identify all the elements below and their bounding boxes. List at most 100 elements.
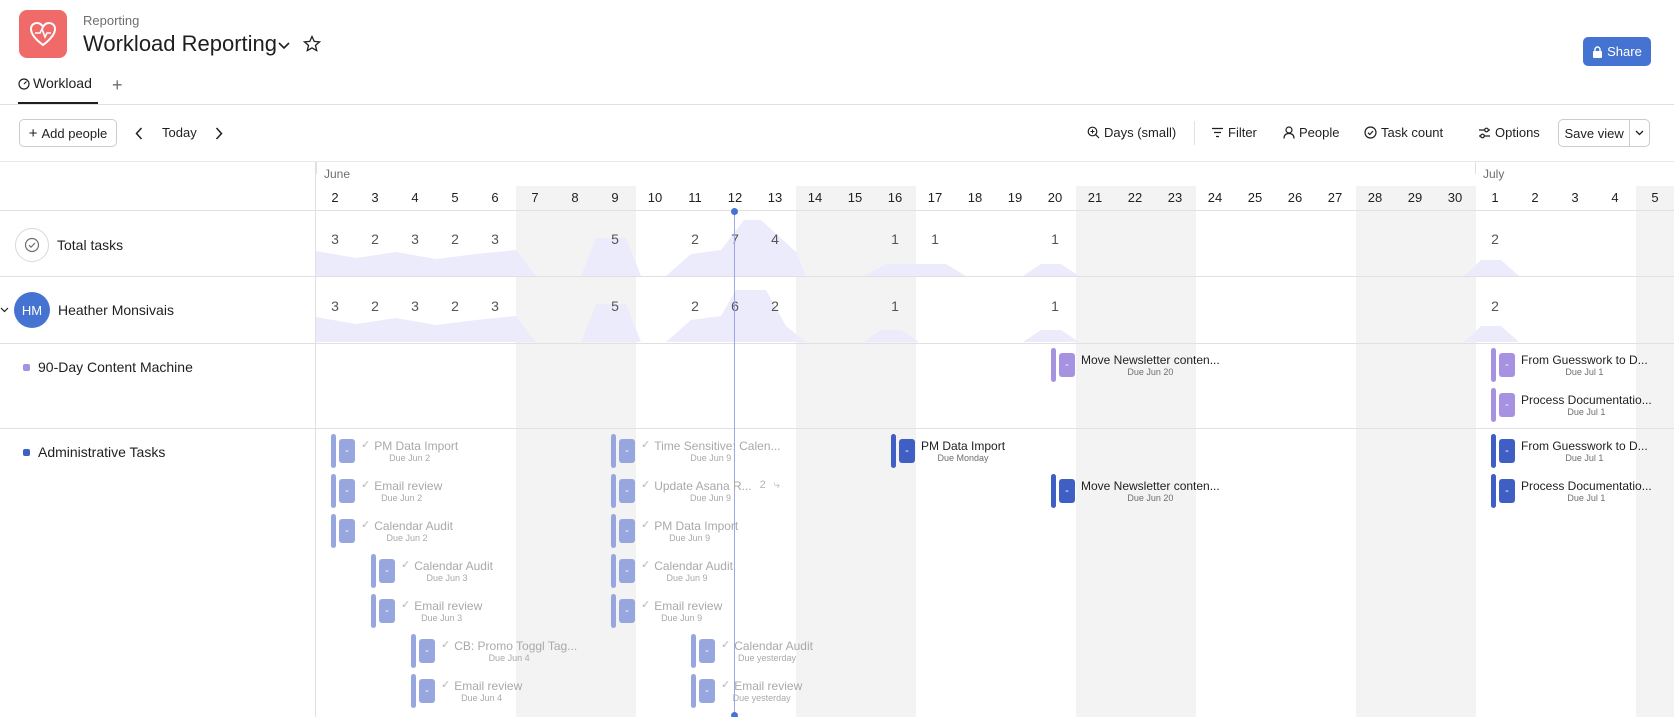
subtask-count: 2	[759, 479, 766, 491]
task-assignee-square: -	[699, 639, 715, 663]
task-count-cell[interactable]: 1	[875, 298, 915, 314]
task-count-cell[interactable]: 4	[755, 231, 795, 247]
task-count-cell[interactable]: 2	[435, 298, 475, 314]
task-count-cell[interactable]: 7	[715, 231, 755, 247]
page-title[interactable]: Workload Reporting	[83, 31, 277, 57]
workload-area	[1464, 326, 1519, 342]
task-card[interactable]: - ✓ Calendar Audit Due Jun 9	[611, 554, 733, 588]
task-card[interactable]: - ✓ Email review Due Jun 4	[411, 674, 522, 708]
task-count-cell[interactable]: 3	[475, 231, 515, 247]
task-card[interactable]: - ✓ Calendar Audit Due yesterday	[691, 634, 813, 668]
task-bar	[331, 514, 336, 548]
task-count-cell[interactable]: 3	[395, 298, 435, 314]
task-card[interactable]: - ✓ Email review Due Jun 9	[611, 594, 722, 628]
people-button[interactable]: People	[1283, 125, 1339, 140]
task-due: Due Jun 2	[389, 452, 431, 463]
chevron-down-icon[interactable]	[1630, 130, 1649, 136]
task-count-cell[interactable]: 2	[1475, 298, 1515, 314]
options-button[interactable]: Options	[1478, 125, 1540, 140]
task-card[interactable]: - ✓ CB: Promo Toggl Tag... Due Jun 4	[411, 634, 577, 668]
tab-workload[interactable]: Workload	[18, 75, 98, 104]
day-header: 25	[1247, 190, 1263, 205]
task-count-cell[interactable]: 1	[1035, 231, 1075, 247]
heart-icon	[29, 21, 57, 47]
task-count-cell[interactable]: 2	[435, 231, 475, 247]
filter-button[interactable]: Filter	[1211, 125, 1257, 140]
task-assignee-square: -	[619, 519, 635, 543]
task-card[interactable]: - Process Documentatio... Due Jul 1	[1491, 388, 1652, 422]
divider	[0, 276, 1674, 277]
task-bar	[1491, 388, 1496, 422]
day-header: 20	[1047, 190, 1063, 205]
day-header: 10	[647, 190, 663, 205]
task-card[interactable]: - From Guesswork to D... Due Jul 1	[1491, 434, 1648, 468]
task-count-cell[interactable]: 1	[875, 231, 915, 247]
task-count-cell[interactable]: 2	[675, 231, 715, 247]
task-count-cell[interactable]: 2	[1475, 231, 1515, 247]
task-card[interactable]: - ✓ Calendar Audit Due Jun 3	[371, 554, 493, 588]
task-due: Due yesterday	[737, 652, 796, 663]
task-card[interactable]: - ✓ Time Sensitive: Calen... Due Jun 9	[611, 434, 781, 468]
task-count-cell[interactable]: 6	[715, 298, 755, 314]
task-count-cell[interactable]: 2	[755, 298, 795, 314]
lock-icon	[1593, 45, 1603, 58]
task-assignee-square: -	[699, 679, 715, 703]
task-count-cell[interactable]: 3	[395, 231, 435, 247]
chevron-left-icon[interactable]	[131, 123, 147, 143]
breadcrumb[interactable]: Reporting	[83, 13, 139, 28]
task-bar	[611, 594, 616, 628]
filter-icon	[1212, 127, 1223, 138]
person-row-label[interactable]: HM Heather Monsivais	[0, 292, 174, 328]
chevron-down-icon[interactable]	[274, 36, 294, 56]
task-card[interactable]: - ✓ Calendar Audit Due Jun 2	[331, 514, 453, 548]
task-count-cell[interactable]: 1	[915, 231, 955, 247]
save-view-button[interactable]: Save view	[1558, 119, 1650, 147]
check-icon: ✓	[441, 639, 451, 651]
task-name: Move Newsletter conten...	[1081, 478, 1220, 493]
task-count-cell[interactable]: 3	[475, 298, 515, 314]
add-people-button[interactable]: + Add people	[19, 119, 117, 147]
task-name: PM Data Import	[374, 438, 459, 453]
task-count-cell[interactable]: 2	[355, 231, 395, 247]
task-count-cell[interactable]: 3	[315, 298, 355, 314]
task-card[interactable]: - Move Newsletter conten... Due Jun 20	[1051, 474, 1220, 508]
task-card[interactable]: - PM Data Import Due Monday	[891, 434, 1005, 468]
project-row-label[interactable]: Administrative Tasks	[23, 444, 165, 460]
task-card[interactable]: - ✓ Email review Due yesterday	[691, 674, 802, 708]
task-count-button[interactable]: Task count	[1364, 125, 1443, 140]
task-card[interactable]: - From Guesswork to D... Due Jul 1	[1491, 348, 1648, 382]
task-card[interactable]: - ✓ PM Data Import Due Jun 2	[331, 434, 458, 468]
task-name: Email review	[454, 678, 523, 693]
person-name: Heather Monsivais	[58, 302, 174, 318]
task-card[interactable]: - ✓ Update Asana R... 2 ⤷ Due Jun 9	[611, 474, 780, 508]
task-bar	[331, 474, 336, 508]
day-header: 4	[411, 190, 419, 205]
task-card[interactable]: - Process Documentatio... Due Jul 1	[1491, 474, 1652, 508]
task-card[interactable]: - ✓ Email review Due Jun 3	[371, 594, 482, 628]
task-card[interactable]: - ✓ Email review Due Jun 2	[331, 474, 442, 508]
chevron-down-icon[interactable]	[0, 307, 9, 313]
project-row-label[interactable]: 90-Day Content Machine	[23, 359, 193, 375]
task-assignee-square: -	[339, 439, 355, 463]
task-assignee-square: -	[1059, 479, 1075, 503]
task-count-cell[interactable]: 5	[595, 298, 635, 314]
task-count-cell[interactable]: 1	[1035, 298, 1075, 314]
day-header: 14	[807, 190, 823, 205]
task-count-cell[interactable]: 2	[355, 298, 395, 314]
task-card[interactable]: - ✓ PM Data Import Due Jun 9	[611, 514, 738, 548]
star-icon[interactable]	[301, 33, 323, 55]
task-assignee-square: -	[1499, 393, 1515, 417]
check-icon: ✓	[721, 679, 731, 691]
total-tasks-workload-graph	[316, 220, 1519, 276]
task-count-cell[interactable]: 2	[675, 298, 715, 314]
task-count-cell[interactable]: 3	[315, 231, 355, 247]
project-icon[interactable]	[19, 10, 67, 58]
save-view-label[interactable]: Save view	[1559, 120, 1631, 146]
share-button[interactable]: Share	[1583, 37, 1651, 66]
chevron-right-icon[interactable]	[211, 123, 227, 143]
today-button[interactable]: Today	[162, 125, 197, 140]
task-count-cell[interactable]: 5	[595, 231, 635, 247]
task-card[interactable]: - Move Newsletter conten... Due Jun 20	[1051, 348, 1220, 382]
days-zoom-button[interactable]: Days (small)	[1087, 125, 1176, 140]
add-tab-icon[interactable]: +	[112, 75, 123, 96]
